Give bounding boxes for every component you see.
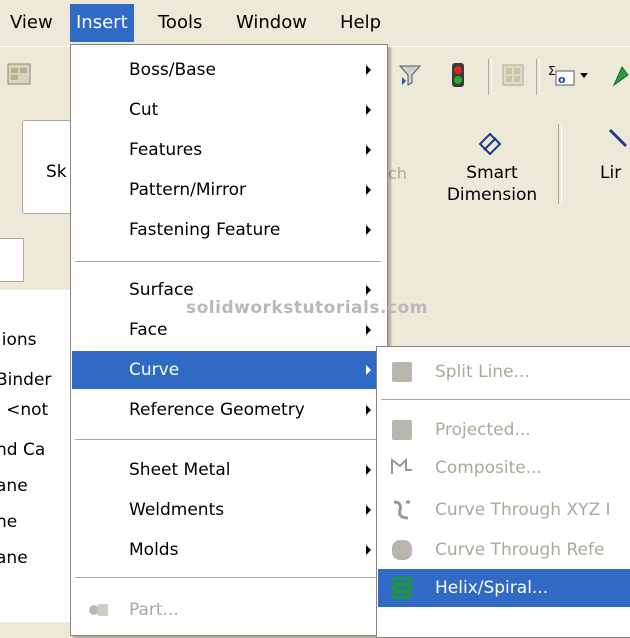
- tree-item[interactable]: ane: [0, 548, 28, 568]
- menu-insert[interactable]: Insert: [70, 4, 134, 42]
- submenu-item-label: Projected...: [435, 420, 531, 440]
- tree-item[interactable]: :ions: [0, 330, 36, 350]
- menu-item-sheet-metal[interactable]: Sheet Metal: [72, 451, 386, 489]
- projected-curve-icon: [392, 420, 412, 440]
- traffic-light-icon[interactable]: [444, 61, 472, 89]
- feature-icon[interactable]: [610, 61, 630, 89]
- submenu-arrow-icon: [366, 105, 371, 115]
- menu-item-label: Features: [129, 140, 203, 160]
- menu-bar: View Insert Tools Window Help: [0, 0, 630, 44]
- submenu-arrow-icon: [366, 325, 371, 335]
- menu-item-label: Surface: [129, 280, 194, 300]
- menu-help[interactable]: Help: [334, 4, 387, 42]
- submenu-arrow-icon: [366, 65, 371, 75]
- submenu-arrow-icon: [366, 365, 371, 375]
- sketch-label: Sk: [46, 162, 67, 182]
- curve-submenu: Split Line... Projected... Composite... …: [376, 346, 630, 638]
- menu-window[interactable]: Window: [230, 4, 313, 42]
- menu-item-weldments[interactable]: Weldments: [72, 491, 386, 529]
- tree-item[interactable]: l <not: [0, 400, 48, 420]
- tree-item[interactable]: Binder: [0, 370, 51, 390]
- menu-item-cut[interactable]: Cut: [72, 91, 386, 129]
- submenu-item-label: Split Line...: [435, 362, 530, 382]
- submenu-arrow-icon: [366, 225, 371, 235]
- submenu-arrow-icon: [366, 285, 371, 295]
- menu-item-molds[interactable]: Molds: [72, 531, 386, 569]
- line-icon[interactable]: [606, 126, 630, 150]
- menu-item-label: Molds: [129, 540, 179, 560]
- composite-curve-icon: [391, 457, 412, 474]
- part-icon: [89, 604, 108, 616]
- menu-item-label: Face: [129, 320, 168, 340]
- menu-item-label: Fastening Feature: [129, 220, 281, 240]
- feature-tree: :ions Binder l <not nd Ca ane ne ane: [0, 290, 80, 622]
- tree-item[interactable]: nd Ca: [0, 440, 45, 460]
- smart-dimension-label[interactable]: Smart Dimension: [432, 162, 552, 206]
- menu-separator: [75, 439, 381, 440]
- menu-item-label: Part...: [129, 600, 179, 620]
- line-label[interactable]: Lir: [600, 162, 630, 184]
- submenu-arrow-icon: [366, 405, 371, 415]
- tree-item[interactable]: ne: [0, 512, 17, 532]
- submenu-item-helix-spiral[interactable]: Helix/Spiral...: [378, 569, 630, 607]
- submenu-item-curve-through-xyz[interactable]: Curve Through XYZ I: [378, 491, 630, 529]
- curve-through-xyz-icon: [393, 500, 410, 520]
- curve-through-reference-icon: [392, 540, 412, 560]
- toolbar-separator: [558, 124, 562, 204]
- menu-item-boss-base[interactable]: Boss/Base: [72, 51, 386, 89]
- submenu-item-composite[interactable]: Composite...: [378, 449, 630, 487]
- filter-icon[interactable]: [396, 61, 424, 89]
- submenu-arrow-icon: [366, 465, 371, 475]
- feature-manager-tab[interactable]: [0, 238, 24, 282]
- submenu-item-curve-through-reference[interactable]: Curve Through Refe: [378, 531, 630, 569]
- menu-item-fastening-feature[interactable]: Fastening Feature: [72, 211, 386, 249]
- sheet-icon[interactable]: [6, 61, 34, 89]
- menu-item-features[interactable]: Features: [72, 131, 386, 169]
- menu-item-pattern-mirror[interactable]: Pattern/Mirror: [72, 171, 386, 209]
- smart-dimension-icon[interactable]: [478, 132, 502, 156]
- menu-item-label: Weldments: [129, 500, 225, 520]
- equations-icon[interactable]: Σo: [546, 61, 590, 89]
- menu-view[interactable]: View: [4, 4, 59, 42]
- menu-item-label: Pattern/Mirror: [129, 180, 246, 200]
- watermark: solidworkstutorials.com: [186, 298, 428, 318]
- submenu-item-projected[interactable]: Projected...: [378, 411, 630, 449]
- menu-tools[interactable]: Tools: [152, 4, 208, 42]
- toolbar-separator: [536, 59, 540, 95]
- menu-item-label: Reference Geometry: [129, 400, 305, 420]
- menu-separator: [75, 261, 381, 262]
- toolbar-separator: [488, 59, 492, 95]
- smart-dimension-line-1: Smart: [466, 163, 518, 183]
- svg-text:o: o: [558, 73, 566, 86]
- svg-text:Σ: Σ: [548, 64, 556, 78]
- submenu-item-label: Curve Through Refe: [435, 540, 605, 560]
- submenu-arrow-icon: [366, 145, 371, 155]
- tree-item[interactable]: ane: [0, 476, 28, 496]
- menu-item-label: Cut: [129, 100, 159, 120]
- menu-item-curve[interactable]: Curve: [72, 351, 386, 389]
- grid-icon[interactable]: [500, 61, 528, 89]
- helix-spiral-icon: [391, 576, 413, 600]
- submenu-arrow-icon: [366, 545, 371, 555]
- submenu-item-label: Composite...: [435, 458, 542, 478]
- menu-separator: [75, 577, 381, 578]
- submenu-item-label: Helix/Spiral...: [435, 578, 549, 598]
- submenu-arrow-icon: [366, 185, 371, 195]
- menu-item-reference-geometry[interactable]: Reference Geometry: [72, 391, 386, 429]
- submenu-item-split-line[interactable]: Split Line...: [378, 353, 630, 391]
- menu-separator: [381, 399, 630, 400]
- submenu-arrow-icon: [366, 505, 371, 515]
- menu-item-label: Curve: [129, 360, 180, 380]
- smart-dimension-line-2: Dimension: [446, 185, 538, 205]
- insert-menu: Boss/Base Cut Features Pattern/Mirror Fa…: [70, 44, 388, 636]
- split-line-icon: [392, 362, 412, 382]
- sketch-faded-label: ch: [388, 164, 407, 183]
- menu-item-label: Boss/Base: [129, 60, 216, 80]
- menu-item-part[interactable]: Part...: [72, 591, 386, 629]
- submenu-item-label: Curve Through XYZ I: [435, 500, 611, 520]
- menu-item-label: Sheet Metal: [129, 460, 231, 480]
